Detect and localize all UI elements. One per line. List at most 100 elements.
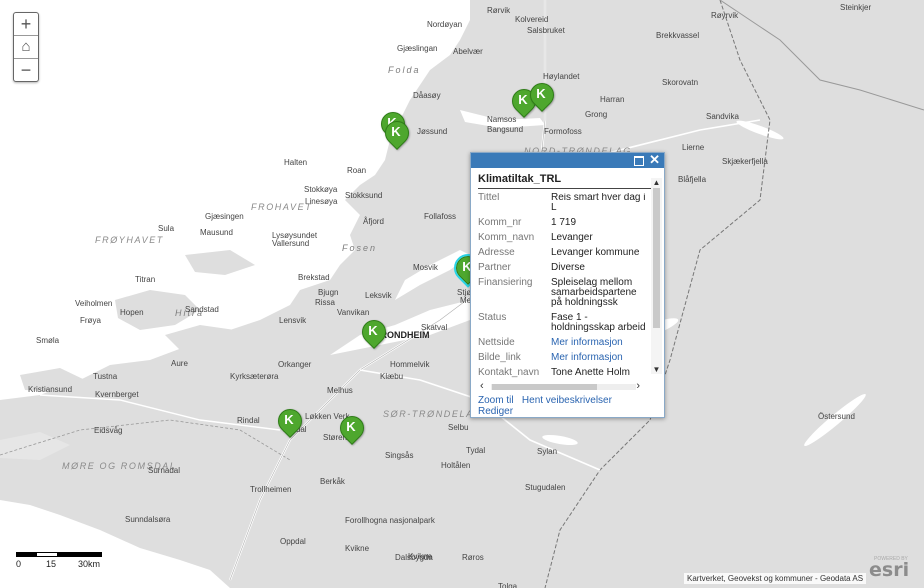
- place-label: Høylandet: [543, 72, 580, 81]
- place-label: Titran: [135, 275, 156, 284]
- place-label: Bangsund: [487, 125, 524, 134]
- place-label: Gjæsingen: [205, 212, 244, 221]
- place-label: Grong: [585, 110, 608, 119]
- place-label: Formofoss: [544, 127, 582, 136]
- esri-logo: esri: [869, 559, 910, 581]
- attribute-row: Kontakt_navn Tone Anette Holm: [478, 368, 648, 378]
- place-label: Kvikne: [345, 544, 370, 553]
- popup-horizontal-scrollbar[interactable]: ‹ ›: [478, 380, 648, 392]
- get-directions-link[interactable]: Hent veibeskrivelser: [522, 395, 612, 406]
- place-label: Klæbu: [380, 372, 404, 381]
- map-view[interactable]: Rørvik Kolvereid Salsbruket Steinkjer Nordøy…: [0, 0, 924, 588]
- place-label: Mausund: [200, 228, 233, 237]
- place-label: Follafoss: [424, 212, 457, 221]
- map-marker[interactable]: K: [357, 315, 391, 350]
- attribute-row: Komm_nr 1 719: [478, 218, 648, 228]
- place-label: Stugudalen: [525, 483, 566, 492]
- attribute-key: Bilde_link: [478, 352, 521, 363]
- popup-title: Klimatiltak_TRL: [478, 173, 657, 189]
- attribute-value: Diverse: [551, 262, 585, 273]
- place-label: Nordøyan: [427, 20, 463, 29]
- attribute-value: 1 719: [551, 217, 577, 228]
- attribute-key: Nettside: [478, 337, 515, 348]
- place-label: Kvikne: [408, 552, 433, 561]
- place-label: Trollheimen: [250, 485, 292, 494]
- home-button[interactable]: ⌂: [14, 36, 38, 59]
- scroll-up-icon[interactable]: ▲: [651, 178, 662, 187]
- scroll-down-icon[interactable]: ▼: [651, 365, 662, 374]
- place-label: Stokksund: [345, 191, 383, 200]
- scroll-left-icon[interactable]: ‹: [480, 380, 484, 392]
- place-label: Skatval: [421, 323, 448, 332]
- place-label: Kolvereid: [515, 15, 549, 24]
- map-marker[interactable]: K: [380, 116, 414, 151]
- attribute-key: Adresse: [478, 247, 515, 258]
- place-label: Sylan: [537, 447, 558, 456]
- place-label: Dåasøy: [413, 91, 441, 100]
- place-label: Berkåk: [320, 477, 345, 486]
- zoom-in-button[interactable]: +: [14, 13, 38, 36]
- place-label: FRØYHAVET: [95, 235, 164, 245]
- place-label: Roan: [347, 166, 367, 175]
- place-label: Blåfjella: [678, 175, 707, 184]
- place-label: Skjækerfjella: [722, 157, 768, 166]
- place-label: Tydal: [466, 446, 486, 455]
- map-marker[interactable]: K: [273, 404, 307, 439]
- place-label: Kyrksæterøra: [230, 372, 279, 381]
- map-marker[interactable]: K: [525, 78, 559, 113]
- place-label: SØR-TRØNDELAG: [383, 409, 483, 419]
- edit-link[interactable]: Rediger: [478, 406, 513, 417]
- place-label: Melhus: [327, 386, 353, 395]
- map-marker[interactable]: K: [335, 411, 369, 446]
- place-label: Oppdal: [280, 537, 306, 546]
- attribute-row: Komm_navn Levanger: [478, 233, 648, 243]
- attribute-link[interactable]: Mer informasjon: [551, 353, 648, 363]
- place-label: Steinkjer: [840, 3, 872, 12]
- place-label: Fosen: [342, 243, 378, 253]
- place-label: Bjugn: [318, 288, 339, 297]
- place-label: Rørvik: [487, 6, 511, 15]
- place-label: Stokkøya: [304, 185, 338, 194]
- place-label: Sandvika: [706, 112, 739, 121]
- place-label: Brekstad: [298, 273, 330, 282]
- zoom-to-link[interactable]: Zoom til: [478, 395, 514, 406]
- attribution-text: Kartverket, Geovekst og kommuner - Geoda…: [684, 573, 867, 584]
- attribute-key: Finansiering: [478, 277, 533, 288]
- place-label: Selbu: [448, 423, 469, 432]
- place-label: Rindal: [237, 416, 260, 425]
- attribute-link[interactable]: Mer informasjon: [551, 338, 648, 348]
- place-label: Harran: [600, 95, 625, 104]
- place-label: Orkanger: [278, 360, 312, 369]
- attribute-key: Partner: [478, 262, 511, 273]
- attribute-row: Tittel Reis smart hver dag i L: [478, 193, 648, 213]
- feature-popup: ✕ Klimatiltak_TRL Tittel Reis smart hver …: [470, 152, 665, 418]
- attribute-row: Bilde_link Mer informasjon: [478, 353, 648, 363]
- popup-actions: Zoom til Hent veibeskrivelser Rediger: [478, 395, 612, 417]
- attribute-row: Adresse Levanger kommune: [478, 248, 648, 258]
- attribute-key: Tittel: [478, 193, 500, 203]
- popup-vertical-scrollbar[interactable]: ▲ ▼: [651, 178, 662, 374]
- place-label: Aure: [171, 359, 188, 368]
- place-label: Salsbruket: [527, 26, 565, 35]
- place-label: Sandstad: [185, 305, 219, 314]
- place-label: Singsås: [385, 451, 414, 460]
- place-label: Vanvikan: [337, 308, 370, 317]
- attribute-value: Tone Anette Holm: [551, 367, 630, 378]
- place-label: Halten: [284, 158, 308, 167]
- place-label: Holtålen: [441, 461, 471, 470]
- close-icon[interactable]: ✕: [649, 152, 660, 168]
- attribute-key: Kontakt_navn: [478, 367, 540, 378]
- zoom-out-button[interactable]: −: [14, 59, 38, 81]
- attribute-key: Komm_nr: [478, 217, 522, 228]
- place-label: Kristiansund: [28, 385, 73, 394]
- maximize-icon[interactable]: [634, 156, 644, 166]
- place-label: Vallersund: [272, 239, 310, 248]
- attribute-value: Levanger kommune: [551, 247, 640, 258]
- attribute-value: Reis smart hver dag i L: [551, 193, 646, 213]
- place-label: Røyrvik: [711, 11, 739, 20]
- place-label: Östersund: [818, 412, 855, 421]
- place-label: Folda: [388, 65, 421, 75]
- scale-label: 30km: [78, 559, 101, 569]
- scale-label: 15: [46, 559, 57, 569]
- scroll-right-icon[interactable]: ›: [636, 380, 640, 392]
